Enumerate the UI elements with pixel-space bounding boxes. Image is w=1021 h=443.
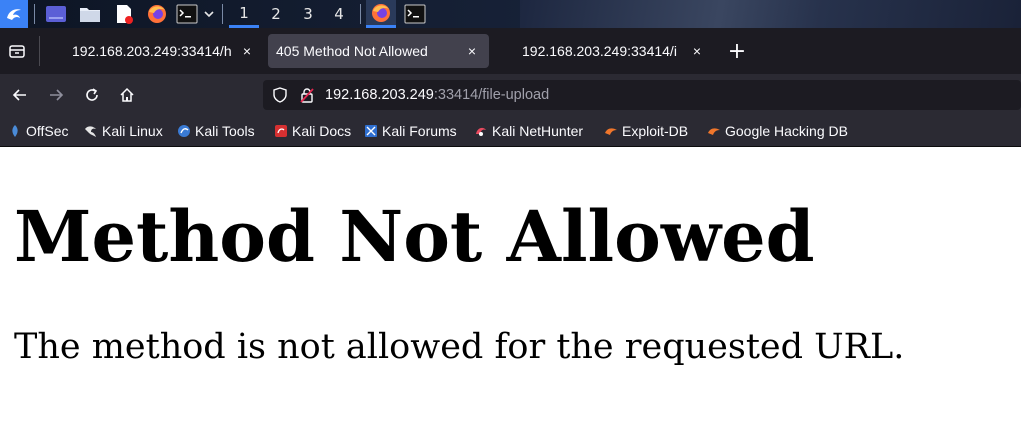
exploit-db-icon xyxy=(605,128,617,135)
tab-1[interactable]: 192.168.203.249:33414/h × xyxy=(64,34,264,68)
bookmark-label: Kali Tools xyxy=(195,123,255,139)
new-tab-button[interactable]: + xyxy=(724,38,750,64)
arrow-left-icon xyxy=(12,89,26,101)
kali-forums-icon xyxy=(365,125,377,137)
chevron-down-icon xyxy=(204,11,214,18)
desktop-icon xyxy=(46,6,66,22)
firefox-icon xyxy=(372,3,390,22)
bookmark-google-hacking-db[interactable]: Google Hacking DB xyxy=(707,122,848,140)
bookmark-label: Google Hacking DB xyxy=(725,123,848,139)
reload-button[interactable] xyxy=(79,82,105,108)
bookmark-exploit-db[interactable]: Exploit-DB xyxy=(604,122,688,140)
close-tab-icon[interactable]: × xyxy=(688,42,706,60)
offsec-icon xyxy=(12,125,18,137)
bookmark-kali-docs[interactable]: Kali Docs xyxy=(274,122,351,140)
bookmark-offsec[interactable]: OffSec xyxy=(8,122,69,140)
close-tab-icon[interactable]: × xyxy=(238,42,256,60)
tab-title: 192.168.203.249:33414/i xyxy=(522,43,677,59)
url-text[interactable]: 192.168.203.249:33414/file-upload xyxy=(325,87,549,103)
wallpaper-strip xyxy=(520,0,1021,28)
bookmark-kali-tools[interactable]: Kali Tools xyxy=(177,122,255,140)
error-message: The method is not allowed for the reques… xyxy=(14,327,905,367)
terminal-icon xyxy=(404,4,426,24)
back-button[interactable] xyxy=(7,82,33,108)
arrow-right-icon xyxy=(50,89,64,101)
tab-2-active[interactable]: 405 Method Not Allowed × xyxy=(268,34,489,68)
firefox-window-button[interactable] xyxy=(366,0,396,28)
text-editor-button[interactable] xyxy=(110,0,138,28)
tab-title: 192.168.203.249:33414/h xyxy=(72,43,232,59)
system-taskbar: 1 2 3 4 xyxy=(0,0,1021,28)
page-content: Method Not Allowed The method is not all… xyxy=(0,147,1021,443)
ghdb-icon xyxy=(708,128,720,135)
workspace-3[interactable]: 3 xyxy=(293,0,323,28)
terminal-icon xyxy=(176,4,198,24)
tracking-protection-shield-icon[interactable] xyxy=(272,87,288,107)
page-heading: Method Not Allowed xyxy=(14,195,815,278)
home-button[interactable] xyxy=(114,82,140,108)
kali-menu-button[interactable] xyxy=(0,0,28,28)
bookmark-label: OffSec xyxy=(26,123,69,139)
show-desktop-button[interactable] xyxy=(42,0,70,28)
taskbar-separator xyxy=(360,4,361,24)
bookmark-label: Kali Linux xyxy=(102,123,163,139)
tab-overview-button[interactable] xyxy=(4,38,30,64)
navigation-toolbar: 192.168.203.249:33414/file-upload xyxy=(0,74,1021,116)
address-bar[interactable]: 192.168.203.249:33414/file-upload xyxy=(263,80,1021,110)
bookmark-kali-nethunter[interactable]: Kali NetHunter xyxy=(474,122,583,140)
workspace-2[interactable]: 2 xyxy=(261,0,291,28)
bookmark-kali-forums[interactable]: Kali Forums xyxy=(364,122,457,140)
terminal-launcher-button[interactable] xyxy=(175,0,199,28)
kali-tools-icon xyxy=(178,125,190,137)
tab-overview-icon xyxy=(9,45,25,58)
reload-icon xyxy=(86,88,98,101)
tab-title: 405 Method Not Allowed xyxy=(276,43,428,59)
bookmarks-toolbar: OffSec Kali Linux Kali Tools Kali Docs K… xyxy=(0,116,1021,147)
bookmark-kali-linux[interactable]: Kali Linux xyxy=(84,122,163,140)
bookmark-label: Kali NetHunter xyxy=(492,123,584,139)
taskbar-separator xyxy=(34,4,35,24)
url-port-path: :33414/file-upload xyxy=(433,87,550,103)
forward-button[interactable] xyxy=(43,82,69,108)
kali-dragon-icon xyxy=(7,9,21,20)
bookmark-label: Kali Forums xyxy=(382,123,457,139)
taskbar-separator xyxy=(222,4,223,24)
insecure-lock-icon[interactable] xyxy=(299,87,315,107)
bookmark-label: Exploit-DB xyxy=(622,123,689,139)
close-tab-icon[interactable]: × xyxy=(463,42,481,60)
workspace-1[interactable]: 1 xyxy=(229,0,259,28)
file-manager-button[interactable] xyxy=(76,0,104,28)
tab-strip-divider xyxy=(39,36,40,66)
browser-tab-strip: 192.168.203.249:33414/h × 405 Method Not… xyxy=(0,28,1021,74)
text-editor-icon xyxy=(117,5,133,24)
terminal-window-button[interactable] xyxy=(401,0,429,28)
nethunter-icon xyxy=(476,127,486,136)
workspace-4[interactable]: 4 xyxy=(324,0,354,28)
url-host: 192.168.203.249 xyxy=(325,87,434,103)
tab-3[interactable]: 192.168.203.249:33414/i × xyxy=(514,34,714,68)
firefox-icon xyxy=(148,5,166,23)
kali-docs-icon xyxy=(275,125,287,137)
kali-dragon-icon xyxy=(85,126,96,137)
bookmark-label: Kali Docs xyxy=(292,123,352,139)
home-icon xyxy=(120,87,134,102)
launcher-dropdown-button[interactable] xyxy=(200,0,218,28)
folder-icon xyxy=(80,8,100,22)
firefox-launcher-button[interactable] xyxy=(143,0,171,28)
